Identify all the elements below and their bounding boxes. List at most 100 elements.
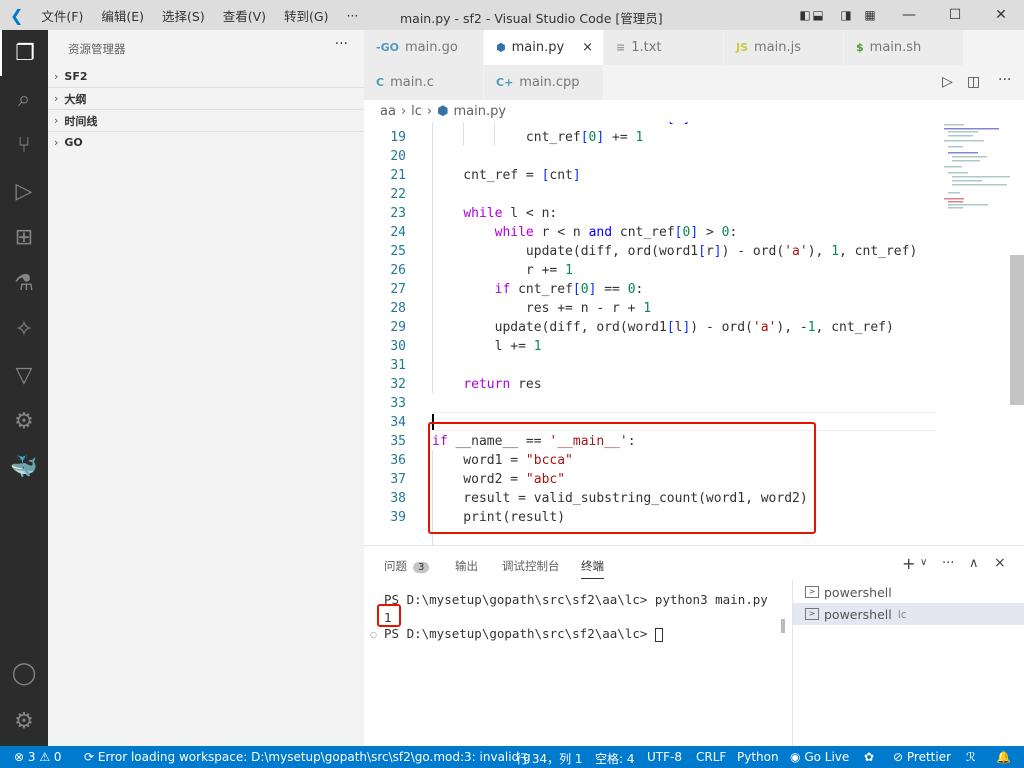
code-line: 30 l += 1 [364,337,934,356]
terminal-label: powershell [824,606,892,622]
terminal-dropdown-icon[interactable]: ∨ [920,557,927,568]
encoding[interactable]: UTF-8 [647,750,682,764]
tab-main-py[interactable]: ⬢ main.py × [484,30,604,65]
line-ending[interactable]: CRLF [696,750,726,764]
code-token: ) - ord( [721,244,785,259]
file-type-icon: JS [736,41,749,54]
tab-1-txt[interactable]: ≡ 1.txt [604,30,724,65]
testing-icon[interactable]: ⚗ [0,260,48,306]
close-tab-icon[interactable]: × [582,40,593,55]
code-text: l += 1 [432,337,542,356]
remote-icon[interactable]: ⚙ [0,398,48,444]
code-token: res += n - r + [432,301,644,316]
code-text: update(diff, ord(word1[l]) - ord('a'), -… [432,318,894,337]
code-line: 23 while l < n: [364,204,934,223]
line-number: 38 [390,491,406,506]
menu-file[interactable]: 文件(F) [41,6,83,25]
remote-explorer-icon[interactable]: ✧ [0,306,48,352]
menu-go[interactable]: 转到(G) [284,6,328,25]
section-sf2[interactable]: › SF2 [48,65,364,87]
toggle-secondary-sidebar-icon[interactable]: ◨ [834,0,858,30]
go-live-button[interactable]: ◉ Go Live [790,750,849,764]
split-editor-icon[interactable]: ◫ [967,74,980,90]
code-line: 26 r += 1 [364,261,934,280]
extensions-icon[interactable]: ⊞ [0,214,48,260]
run-debug-icon[interactable]: ▷ [0,168,48,214]
tab-main-c[interactable]: Cmain.c [364,65,484,100]
breadcrumb-aa[interactable]: aa [380,104,396,119]
code-token: [ [667,122,675,126]
editor-scrollbar-thumb[interactable] [1010,255,1024,405]
line-number: 33 [390,396,406,411]
maximize-panel-button[interactable]: ∧ [969,556,979,571]
maximize-button[interactable]: ☐ [932,0,978,30]
menu-view[interactable]: 查看(V) [223,6,266,25]
minimap[interactable] [940,122,1010,212]
code-line: 24 while r < n and cnt_ref[0] > 0: [364,223,934,242]
code-token: cnt_ref [612,225,675,240]
close-panel-button[interactable]: × [994,555,1006,571]
extension-status-icon[interactable]: ✿ [864,750,874,764]
new-terminal-button[interactable]: + [902,554,915,573]
notifications-icon[interactable]: 🔔 [996,750,1011,764]
terminal-prompt[interactable]: PS D:\mysetup\gopath\src\sf2\aa\lc> [384,626,663,642]
settings-gear-icon[interactable]: ⚙ [0,698,48,744]
panel-more-button[interactable]: ··· [942,556,954,571]
line-number: 36 [390,453,406,468]
prettier-label: Prettier [906,750,952,764]
breadcrumb-lc[interactable]: lc [411,104,422,119]
file-type-icon: ≡ [616,41,626,54]
customize-layout-icon[interactable]: ▦ [858,0,882,30]
minimize-button[interactable]: — [886,0,932,30]
workspace-status[interactable]: ⟳ Error loading workspace: D:\mysetup\go… [84,750,531,764]
account-icon[interactable]: ◯ [0,650,48,696]
code-line: 22 [364,185,934,204]
tab-main-go[interactable]: -GO main.go [364,30,484,65]
code-token: == [596,282,628,297]
menu-more[interactable]: ··· [346,8,358,23]
line-number: 30 [390,339,406,354]
breadcrumb-file[interactable]: main.py [453,104,506,119]
section-timeline[interactable]: › 时间线 [48,109,364,131]
close-window-button[interactable]: ✕ [978,0,1024,30]
run-file-icon[interactable]: ▷ [942,74,953,90]
code-text: r += 1 [432,261,573,280]
file-type-icon: C [376,76,385,89]
menu-selection[interactable]: 选择(S) [162,6,205,25]
more-actions-icon[interactable]: ··· [998,72,1011,88]
tab-output[interactable]: 输出 [455,558,478,574]
cursor-position[interactable]: 行 34，列 1 [516,750,583,767]
docker-icon[interactable]: 🐳 [0,444,48,490]
explorer-sidebar: 资源管理器 ··· › SF2 › 大纲 › 时间线 › GO [48,30,364,746]
explorer-icon[interactable]: ❐ [0,30,48,76]
prettier-button[interactable]: ⊘ Prettier [893,750,951,764]
terminal-item-active[interactable]: > powershell lc [793,603,1024,625]
indentation[interactable]: 空格: 4 [595,750,635,767]
line-number: 23 [390,206,406,221]
section-outline[interactable]: › 大纲 [48,87,364,109]
menu-edit[interactable]: 编辑(E) [101,6,144,25]
tab-problems[interactable]: 问题 3 [384,558,430,574]
feedback-icon[interactable]: ℛ [966,750,976,764]
source-control-icon[interactable]: ⑂ [0,122,48,168]
code-token: l += [432,339,534,354]
problems-status[interactable]: ⊗ 3 ⚠ 0 [14,750,62,764]
gitlens-icon[interactable]: ▽ [0,352,48,398]
explorer-more-button[interactable]: ··· [335,36,348,52]
toggle-panel-icon[interactable]: ⬓ [806,0,830,30]
code-line: 21 cnt_ref = [cnt] [364,166,934,185]
tab-main-js[interactable]: JS main.js [724,30,844,65]
tab-debug-console[interactable]: 调试控制台 [502,558,560,574]
tab-main-cpp[interactable]: C+ main.cpp [484,65,604,100]
section-go[interactable]: › GO [48,131,364,153]
chevron-right-icon: › [400,103,407,119]
line-number: 39 [390,510,406,525]
search-icon[interactable]: ⌕ [0,76,48,122]
code-token: == [565,122,588,126]
tab-terminal[interactable]: 终端 [581,558,604,579]
terminal-item[interactable]: > powershell [793,581,1024,603]
terminal-scrollbar[interactable] [781,619,785,633]
tab-main-sh[interactable]: $ main.sh [844,30,964,65]
language-mode[interactable]: Python [737,750,779,764]
